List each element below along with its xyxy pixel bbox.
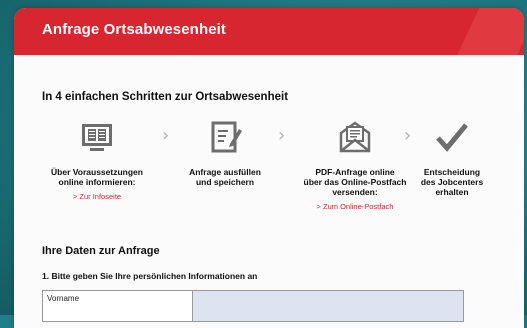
step-4: Entscheidung des Jobcenters erhalten bbox=[402, 113, 502, 197]
section-subtitle: 1. Bitte geben Sie Ihre persönlichen Inf… bbox=[42, 271, 258, 281]
step-4-label: Entscheidung des Jobcenters erhalten bbox=[420, 167, 484, 197]
section-title: Ihre Daten zur Anfrage bbox=[42, 245, 160, 257]
step-2-label: Anfrage ausfüllen und speichern bbox=[189, 167, 261, 187]
step-3: PDF-Anfrage online über das Online-Postf… bbox=[290, 113, 420, 211]
steps-row: Über Voraussetzungen online informieren:… bbox=[42, 113, 524, 223]
card-content: In 4 einfachen Schritten zur Ortsabwesen… bbox=[42, 55, 524, 322]
step-3-label: PDF-Anfrage online über das Online-Postf… bbox=[303, 167, 407, 197]
edit-form-icon bbox=[170, 113, 280, 161]
step-1: Über Voraussetzungen online informieren:… bbox=[42, 113, 152, 201]
first-name-field[interactable] bbox=[193, 291, 463, 321]
form-card: Anfrage Ortsabwesenheit In 4 einfachen S… bbox=[14, 8, 524, 328]
card-header: Anfrage Ortsabwesenheit bbox=[14, 8, 524, 55]
checkmark-icon bbox=[402, 113, 502, 161]
step-1-label: Über Voraussetzungen online informieren: bbox=[51, 167, 143, 187]
intro-heading: In 4 einfachen Schritten zur Ortsabwesen… bbox=[42, 91, 289, 103]
online-postfach-link[interactable]: > Zum Online-Postfach bbox=[290, 202, 420, 211]
step-2: Anfrage ausfüllen und speichern bbox=[170, 113, 280, 187]
personal-info-table: Vorname bbox=[42, 290, 464, 322]
infoseite-link[interactable]: > Zur Infoseite bbox=[42, 192, 152, 201]
card-title: Anfrage Ortsabwesenheit bbox=[42, 21, 227, 38]
first-name-label: Vorname bbox=[43, 291, 193, 321]
book-screen-icon bbox=[42, 113, 152, 161]
header-decoration bbox=[454, 8, 524, 55]
mail-envelope-icon bbox=[290, 113, 420, 161]
chevron-right-icon: › bbox=[278, 125, 286, 146]
chevron-right-icon: › bbox=[162, 125, 170, 146]
